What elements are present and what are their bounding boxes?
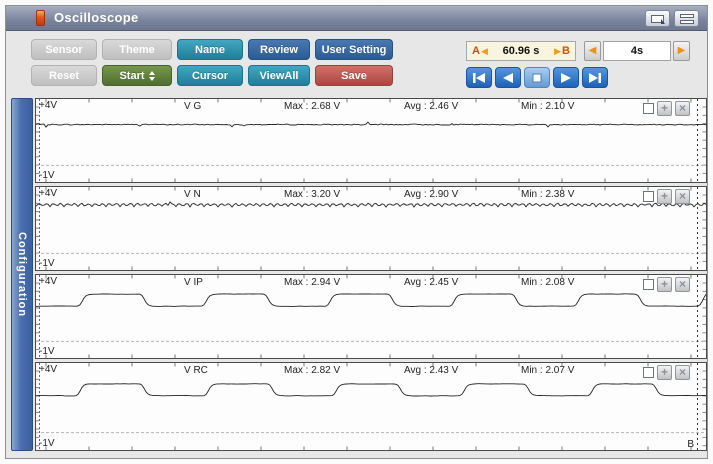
stop-button[interactable] bbox=[524, 67, 550, 88]
b-right-arrow-icon[interactable]: ▶ bbox=[554, 46, 561, 57]
play-button[interactable] bbox=[553, 67, 579, 88]
trace-line bbox=[36, 202, 706, 207]
max-value: Max : 3.20 V bbox=[284, 189, 340, 200]
step-back-button[interactable] bbox=[495, 67, 521, 88]
start-button[interactable]: Start bbox=[102, 65, 172, 86]
waveform-vg bbox=[36, 99, 706, 182]
channel-name: V RC bbox=[184, 365, 208, 376]
avg-value: Avg : 2.43 V bbox=[404, 365, 458, 376]
review-button[interactable]: Review bbox=[248, 39, 310, 60]
channel-controls: + × bbox=[643, 189, 690, 204]
window-size-value[interactable]: 4s bbox=[603, 41, 671, 61]
right-arrow-icon: ▶ bbox=[678, 45, 686, 56]
channel-select-checkbox[interactable] bbox=[643, 279, 654, 290]
toolbar-row-1: Sensor Theme Name Review User Setting bbox=[31, 39, 393, 60]
screen-capture-button[interactable] bbox=[645, 10, 670, 27]
max-value: Max : 2.94 V bbox=[284, 277, 340, 288]
configuration-tab[interactable]: Configuration bbox=[11, 98, 33, 451]
channel-name: V N bbox=[184, 189, 201, 200]
min-value: Min : 2.38 V bbox=[521, 189, 574, 200]
play-icon bbox=[560, 73, 572, 83]
cursor-b-label: B bbox=[562, 45, 570, 57]
channel-vrc: +4V -1V V RC Max : 2.82 V Avg : 2.43 V M… bbox=[35, 362, 707, 451]
scale-bottom-label: -1V bbox=[39, 258, 55, 269]
channel-vip: +4V -1V V IP Max : 2.94 V Avg : 2.45 V M… bbox=[35, 274, 707, 359]
window-title: Oscilloscope bbox=[54, 10, 139, 25]
avg-value: Avg : 2.90 V bbox=[404, 189, 458, 200]
cursor-a-label: A bbox=[472, 45, 480, 57]
app-icon bbox=[36, 10, 45, 26]
trace-line bbox=[36, 294, 706, 307]
ab-range-box[interactable]: A ◀ 60.96 s ▶ B bbox=[466, 41, 576, 61]
scale-top-label: +4V bbox=[39, 276, 57, 287]
save-button[interactable]: Save bbox=[315, 65, 393, 86]
ab-range-value: 60.96 s bbox=[489, 45, 553, 57]
name-button[interactable]: Name bbox=[177, 39, 243, 60]
channel-select-checkbox[interactable] bbox=[643, 103, 654, 114]
trace-line bbox=[36, 384, 706, 396]
close-channel-button[interactable]: × bbox=[675, 365, 690, 380]
playback-controls bbox=[466, 67, 608, 88]
channel-controls: + × bbox=[643, 101, 690, 116]
max-value: Max : 2.68 V bbox=[284, 101, 340, 112]
avg-value: Avg : 2.45 V bbox=[404, 277, 458, 288]
channel-name: V IP bbox=[184, 277, 203, 288]
expand-channel-button[interactable]: + bbox=[657, 101, 672, 116]
scale-top-label: +4V bbox=[39, 188, 57, 199]
min-value: Min : 2.08 V bbox=[521, 277, 574, 288]
avg-value: Avg : 2.46 V bbox=[404, 101, 458, 112]
close-channel-button[interactable]: × bbox=[675, 189, 690, 204]
skip-to-end-button[interactable] bbox=[582, 67, 608, 88]
channel-controls: + × bbox=[643, 365, 690, 380]
channel-name: V G bbox=[184, 101, 201, 112]
scale-bottom-label: -1V bbox=[39, 438, 55, 449]
channel-vg: +4V -1V V G Max : 2.68 V Avg : 2.46 V Mi… bbox=[35, 98, 707, 183]
titlebar: Oscilloscope bbox=[6, 6, 707, 31]
expand-channel-button[interactable]: + bbox=[657, 189, 672, 204]
decrease-window-button[interactable]: ◀ bbox=[584, 41, 601, 61]
channel-vn: +4V -1V V N Max : 3.20 V Avg : 2.90 V Mi… bbox=[35, 186, 707, 271]
skip-to-start-icon bbox=[472, 73, 486, 83]
window-buttons bbox=[645, 10, 699, 27]
user-setting-button[interactable]: User Setting bbox=[315, 39, 393, 60]
max-value: Max : 2.82 V bbox=[284, 365, 340, 376]
close-channel-button[interactable]: × bbox=[675, 277, 690, 292]
min-value: Min : 2.10 V bbox=[521, 101, 574, 112]
spinner-icon bbox=[149, 71, 155, 81]
skip-to-end-icon bbox=[588, 73, 602, 83]
configuration-tab-label: Configuration bbox=[16, 232, 28, 317]
waveform-vrc bbox=[36, 363, 706, 450]
expand-channel-button[interactable]: + bbox=[657, 365, 672, 380]
waveform-vn bbox=[36, 187, 706, 270]
cursor-button[interactable]: Cursor bbox=[177, 65, 243, 86]
a-left-arrow-icon[interactable]: ◀ bbox=[481, 46, 488, 57]
oscilloscope-window: Oscilloscope Sensor Theme Name Review Us… bbox=[5, 5, 708, 459]
scale-top-label: +4V bbox=[39, 364, 57, 375]
stop-icon bbox=[532, 73, 542, 83]
reset-button[interactable]: Reset bbox=[31, 65, 97, 86]
window-shade-button[interactable] bbox=[674, 10, 699, 27]
waveform-vip bbox=[36, 275, 706, 358]
viewall-button[interactable]: ViewAll bbox=[248, 65, 310, 86]
screen-capture-icon bbox=[651, 15, 664, 23]
sensor-button[interactable]: Sensor bbox=[31, 39, 97, 60]
trace-line bbox=[36, 122, 706, 127]
skip-to-start-button[interactable] bbox=[466, 67, 492, 88]
window-shade-icon bbox=[680, 14, 694, 18]
scale-bottom-label: -1V bbox=[39, 346, 55, 357]
expand-channel-button[interactable]: + bbox=[657, 277, 672, 292]
min-value: Min : 2.07 V bbox=[521, 365, 574, 376]
scale-top-label: +4V bbox=[39, 100, 57, 111]
cursor-b-marker-label: B bbox=[687, 439, 694, 450]
increase-window-button[interactable]: ▶ bbox=[673, 41, 690, 61]
scale-bottom-label: -1V bbox=[39, 170, 55, 181]
channel-select-checkbox[interactable] bbox=[643, 191, 654, 202]
toolbar-row-2: Reset Start Cursor ViewAll Save bbox=[31, 65, 393, 86]
theme-button[interactable]: Theme bbox=[102, 39, 172, 60]
channel-controls: + × bbox=[643, 277, 690, 292]
left-arrow-icon: ◀ bbox=[589, 45, 597, 56]
close-channel-button[interactable]: × bbox=[675, 101, 690, 116]
step-back-icon bbox=[502, 73, 514, 83]
channel-select-checkbox[interactable] bbox=[643, 367, 654, 378]
